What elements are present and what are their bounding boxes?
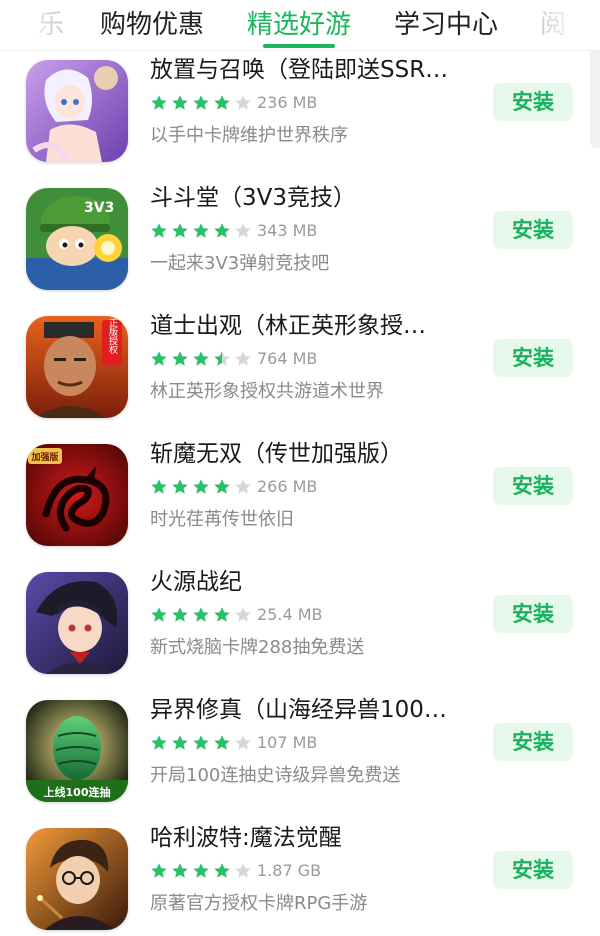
list-item[interactable]: 火源战纪 25.4 MB 新式烧脑卡牌288抽免费送 安装 [0,567,600,695]
rating-stars [150,734,255,754]
star-icon [172,223,188,238]
app-description: 开局100连抽史诗级异兽免费送 [150,765,401,786]
star-icon [214,351,230,366]
list-item[interactable]: 3V3 斗斗堂（3V3竞技） 343 MB 一起来3V3弹射竞技吧 安装 [0,183,600,311]
app-size: 266 MB [257,477,318,496]
star-icon [193,351,209,366]
star-icon [235,223,251,238]
app-name: 异界修真（山海经异兽100… [150,697,447,723]
rating-stars [150,94,255,114]
star-icon [172,479,188,494]
icon-badge-enhanced: 加强版 [30,451,58,463]
tab-featured-games[interactable]: 精选好游 [247,8,351,42]
active-tab-indicator [263,44,335,48]
star-icon [235,735,251,750]
star-icon [214,863,230,878]
app-description: 原著官方授权卡牌RPG手游 [150,893,368,914]
star-icon [151,479,167,494]
star-icon [172,607,188,622]
rating-stars [150,862,255,882]
app-name: 斗斗堂（3V3竞技） [150,185,357,211]
star-icon [235,479,251,494]
star-icon [193,479,209,494]
star-icon [235,95,251,110]
tab-reading[interactable]: 阅 [540,8,566,42]
star-icon [235,607,251,622]
star-icon [235,351,251,366]
star-icon [172,863,188,878]
star-icon [214,95,230,110]
list-item[interactable]: 哈利波特:魔法觉醒 1.87 GB 原著官方授权卡牌RPG手游 安装 [0,823,600,936]
star-icon [193,95,209,110]
star-icon [151,607,167,622]
app-size: 343 MB [257,221,318,240]
star-icon [172,735,188,750]
app-name: 火源战纪 [150,569,242,595]
icon-badge-3v3: 3V3 [84,200,114,216]
tab-learning-center[interactable]: 学习中心 [394,8,498,42]
app-size: 1.87 GB [257,861,322,880]
app-description: 以手中卡牌维护世界秩序 [150,125,348,146]
icon-badge-licensed: 正版授权 [107,318,118,355]
app-name: 道士出观（林正英形象授… [150,313,426,339]
app-name: 哈利波特:魔法觉醒 [150,825,342,851]
rating-stars [150,606,255,626]
app-size: 236 MB [257,93,318,112]
list-item[interactable]: 放置与召唤（登陆即送SSR… 236 MB 以手中卡牌维护世界秩序 安装 [0,55,600,183]
star-icon [151,735,167,750]
star-icon [151,863,167,878]
soldier-helmet-icon: 3V3 [26,188,128,290]
star-icon [172,351,188,366]
green-dragon-egg-icon: 上线100连抽 [26,700,128,802]
install-button[interactable]: 安装 [493,467,573,505]
dark-hair-hero-icon [26,572,128,674]
rating-stars [150,222,255,242]
app-description: 一起来3V3弹射竞技吧 [150,253,330,274]
star-icon [151,223,167,238]
rating-stars [150,478,255,498]
star-icon [214,607,230,622]
app-description: 时光荏苒传世依旧 [150,509,294,530]
star-icon [214,735,230,750]
install-button[interactable]: 安装 [493,851,573,889]
app-size: 764 MB [257,349,318,368]
star-icon [193,863,209,878]
app-name: 放置与召唤（登陆即送SSR… [150,57,449,83]
anime-girl-icon [26,60,128,162]
taoist-priest-icon: 正版授权 [26,316,128,418]
install-button[interactable]: 安装 [493,83,573,121]
app-size: 107 MB [257,733,318,752]
tab-entertainment[interactable]: 乐 [38,8,64,42]
star-icon [151,95,167,110]
app-description: 林正英形象授权共游道术世界 [150,381,384,402]
star-icon [193,735,209,750]
install-button[interactable]: 安装 [493,211,573,249]
star-icon [214,223,230,238]
app-size: 25.4 MB [257,605,323,624]
install-button[interactable]: 安装 [493,595,573,633]
app-store-page: 放置与召唤（登陆即送SSR… 236 MB 以手中卡牌维护世界秩序 安装 3V3… [0,0,600,936]
app-description: 新式烧脑卡牌288抽免费送 [150,637,365,658]
star-icon [214,479,230,494]
star-icon [172,95,188,110]
star-icon [151,351,167,366]
app-name: 斩魔无双（传世加强版） [150,441,403,467]
star-icon [235,863,251,878]
tab-shopping-deals[interactable]: 购物优惠 [100,8,204,42]
install-button[interactable]: 安装 [493,723,573,761]
star-icon [193,223,209,238]
rating-stars [150,350,255,370]
star-icon [193,607,209,622]
list-item[interactable]: 上线100连抽 异界修真（山海经异兽100… 107 MB 开局100连抽史诗级… [0,695,600,823]
list-item[interactable]: 加强版 斩魔无双（传世加强版） 266 MB 时光荏苒传世依旧 安装 [0,439,600,567]
icon-badge-100-pulls: 上线100连抽 [44,785,111,799]
category-tab-bar: 乐 购物优惠 精选好游 学习中心 阅 [0,0,600,51]
red-dragon-icon: 加强版 [26,444,128,546]
install-button[interactable]: 安装 [493,339,573,377]
wizard-boy-icon [26,828,128,930]
list-item[interactable]: 正版授权 道士出观（林正英形象授… 764 MB 林正英形象授权共游道术世界 安… [0,311,600,439]
